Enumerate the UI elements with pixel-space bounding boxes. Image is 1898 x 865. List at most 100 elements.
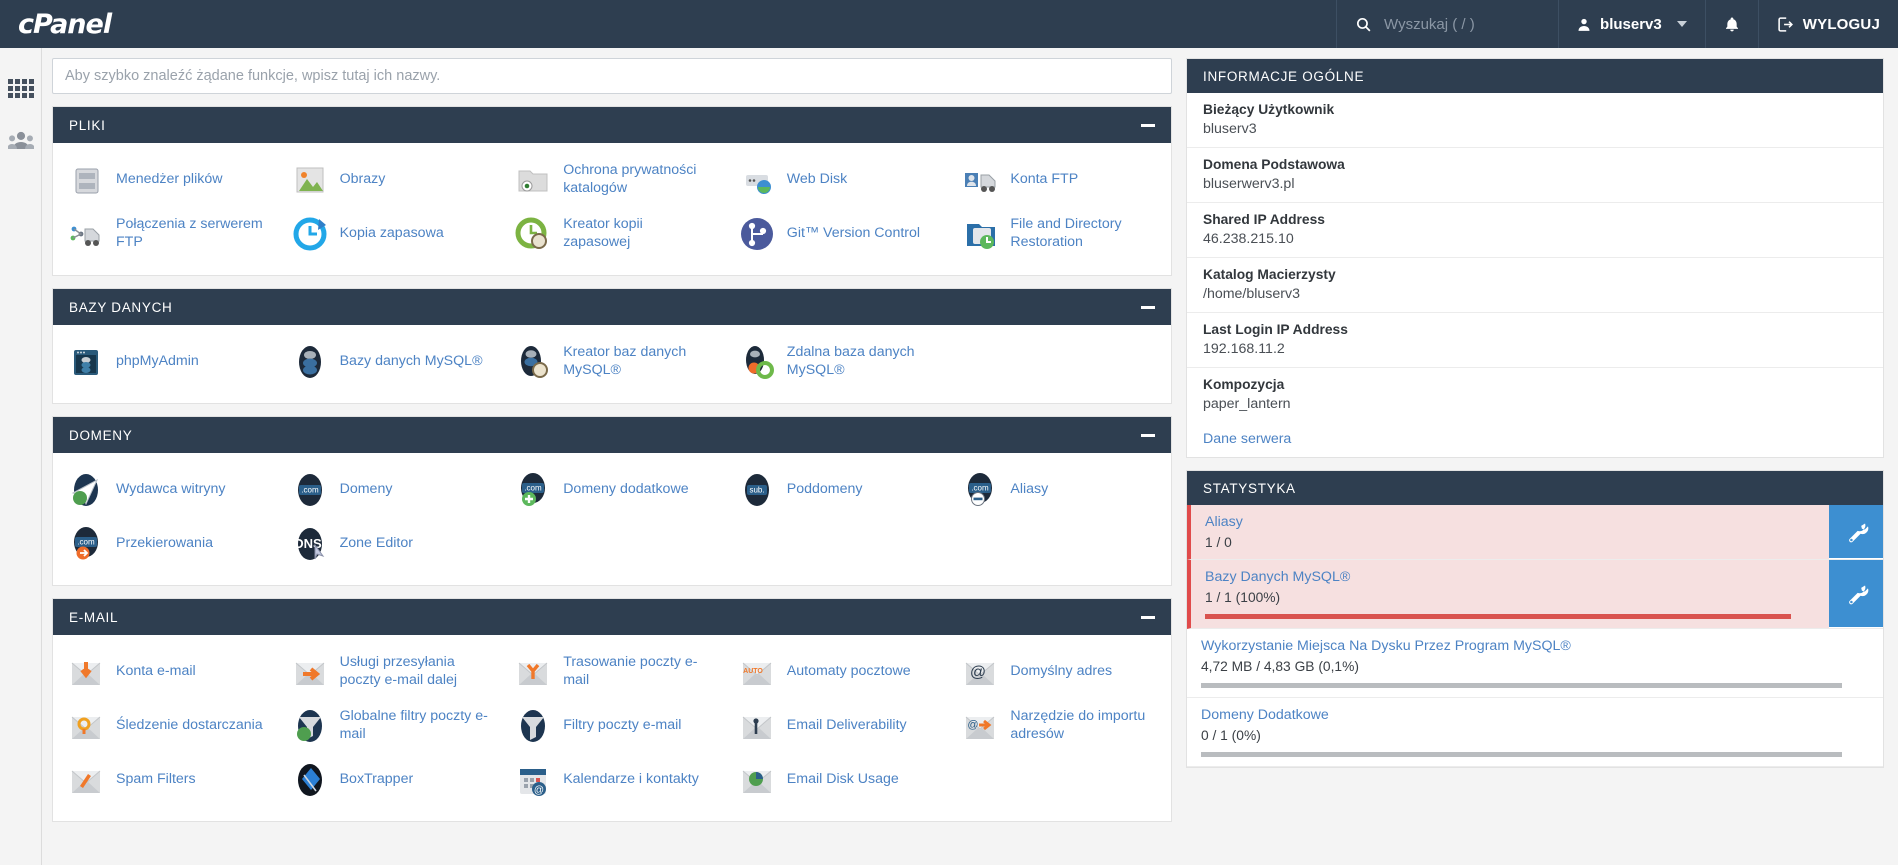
statistic-main: Bazy Danych MySQL® 1 / 1 (100%) [1191,560,1829,628]
statistic-main: Wykorzystanie Miejsca Na Dysku Przez Pro… [1187,629,1883,697]
minus-icon[interactable] [1141,305,1155,309]
domains-icon: .com [291,471,329,509]
feature-item-label: Ochrona prywatności katalogów [563,162,697,196]
feature-item-label: Automaty pocztowe [786,663,911,680]
directory-privacy-icon [514,161,552,199]
statistic-action-button[interactable] [1829,560,1883,628]
ftp-connections-icon [67,215,105,253]
feature-item-dns-zone-editor[interactable]: DNS Zone Editor [277,517,501,571]
wrench-icon [1844,581,1869,606]
general-information-label: Bieżący Użytkownik [1203,102,1335,117]
statistic-action-button[interactable] [1829,505,1883,559]
feature-item-email-deliverability[interactable]: Email Deliverability [724,699,948,753]
feature-item-web-disk[interactable]: Web Disk [724,153,948,207]
feature-item-redirects[interactable]: .com Przekierowania [53,517,277,571]
general-information-item: Shared IP Address 46.238.215.10 [1187,203,1883,258]
statistic-main: Aliasy 1 / 0 [1191,505,1829,559]
feature-item-domains[interactable]: .com Domeny [277,463,501,517]
feature-item-site-publisher[interactable]: Wydawca witryny [53,463,277,517]
feature-item-email-accounts[interactable]: Konta e-mail [53,645,277,699]
rail-item-users[interactable] [0,114,42,166]
general-information-card: INFORMACJE OGÓLNE Bieżący Użytkownik blus… [1186,58,1884,458]
feature-item-backup-wizard[interactable]: Kreator kopii zapasowej [500,207,724,261]
svg-text:AUTO: AUTO [743,668,763,675]
feature-item-git[interactable]: Git™ Version Control [724,207,948,261]
global-search[interactable]: Wyszukaj ( / ) [1336,0,1558,48]
feature-item-forwarders[interactable]: Usługi przesyłania poczty e-mail dalej [277,645,501,699]
feature-item-label: Git™ Version Control [786,225,921,242]
server-information-link[interactable]: Dane serwera [1203,431,1867,447]
feature-item-remote-mysql[interactable]: Zdalna baza danych MySQL® [724,335,948,389]
minus-icon[interactable] [1141,615,1155,619]
statistic-row: Wykorzystanie Miejsca Na Dysku Przez Pro… [1187,629,1883,698]
minus-icon[interactable] [1141,123,1155,127]
feature-item-autoresponders[interactable]: AUTO Automaty pocztowe [724,645,948,699]
feature-item-mysql-wizard[interactable]: Kreator baz danych MySQL® [500,335,724,389]
feature-item-label: BoxTrapper [339,771,414,788]
statistic-row: Domeny Dodatkowe 0 / 1 (0%) [1187,698,1883,767]
feature-item-images[interactable]: Obrazy [277,153,501,207]
feature-item-subdomains[interactable]: sub. Poddomeny [724,463,948,517]
boxtrapper-icon [291,761,329,799]
forwarders-icon [291,653,329,691]
feature-item-ftp-connections[interactable]: Połączenia z serwerem FTP [53,207,277,261]
statistic-name[interactable]: Aliasy [1205,514,1815,530]
email-filters-icon [514,707,552,745]
track-delivery-icon [67,707,105,745]
feature-item-track-delivery[interactable]: Śledzenie dostarczania [53,699,277,753]
feature-item-directory-privacy[interactable]: Ochrona prywatności katalogów [500,153,724,207]
feature-item-label: Bazy danych MySQL® [339,353,483,370]
feature-item-file-manager[interactable]: Menedżer plików [53,153,277,207]
feature-item-aliases[interactable]: .com Aliasy [947,463,1171,517]
feature-item-calendars-contacts[interactable]: @ Kalendarze i kontakty [500,753,724,807]
feature-item-default-address[interactable]: @ Domyślny adres [947,645,1171,699]
section-row: phpMyAdmin Bazy danych MySQL® Kreator baz … [53,335,1171,389]
general-information-title: INFORMACJE OGÓLNE [1203,68,1365,84]
feature-item-ftp-accounts[interactable]: Konta FTP [947,153,1171,207]
section-panel: BAZY DANYCH phpMyAdmin Bazy danych MySQL® K… [52,288,1172,404]
global-filters-icon [291,707,329,745]
feature-item-addon-domains[interactable]: .com Domeny dodatkowe [500,463,724,517]
feature-search-input[interactable] [52,58,1172,94]
backup-wizard-icon [514,215,552,253]
minus-icon[interactable] [1141,433,1155,437]
logout-label: WYLOGUJ [1802,15,1880,33]
feature-sections: PLIKI Menedżer plików Obrazy Ochrona prywat… [52,106,1172,822]
feature-item-email-disk-usage[interactable]: Email Disk Usage [724,753,948,807]
feature-item-boxtrapper[interactable]: BoxTrapper [277,753,501,807]
statistic-value: 1 / 1 (100%) [1205,590,1281,605]
feature-item-mysql-databases[interactable]: Bazy danych MySQL® [277,335,501,389]
addon-domains-icon: .com [514,471,552,509]
svg-text:.com: .com [301,486,319,495]
feature-item-backup[interactable]: Kopia zapasowa [277,207,501,261]
svg-text:@: @ [970,664,986,681]
notifications-button[interactable] [1704,0,1758,48]
statistic-name[interactable]: Wykorzystanie Miejsca Na Dysku Przez Pro… [1201,638,1869,654]
feature-item-global-filters[interactable]: Globalne filtry poczty e-mail [277,699,501,753]
feature-item-email-filters[interactable]: Filtry poczty e-mail [500,699,724,753]
feature-item-file-restore[interactable]: File and Directory Restoration [947,207,1171,261]
section-body: Wydawca witryny .com Domeny .com Domeny doda… [53,453,1171,585]
section-row: Spam Filters BoxTrapper @ Kalendarze i kont… [53,753,1171,807]
statistic-name[interactable]: Bazy Danych MySQL® [1205,569,1815,585]
rail-item-apps[interactable] [0,62,42,114]
feature-item-label: File and Directory Restoration [1010,216,1122,250]
calendars-contacts-icon: @ [514,761,552,799]
feature-item-address-importer[interactable]: @ Narzędzie do importu adresów [947,699,1171,753]
feature-item-label: Kreator kopii zapasowej [563,216,643,250]
feature-item-email-routing[interactable]: Trasowanie poczty e-mail [500,645,724,699]
feature-item-label: Połączenia z serwerem FTP [116,216,263,250]
feature-item-spam-filters[interactable]: Spam Filters [53,753,277,807]
site-publisher-icon [67,471,105,509]
feature-item-phpmyadmin[interactable]: phpMyAdmin [53,335,277,389]
statistic-name[interactable]: Domeny Dodatkowe [1201,707,1869,723]
feature-item-label: Globalne filtry poczty e-mail [339,708,488,742]
git-icon [738,215,776,253]
general-information-label: Domena Podstawowa [1203,157,1345,172]
default-address-icon: @ [961,653,999,691]
user-menu[interactable]: bluserv3 [1558,0,1705,48]
logout-button[interactable]: WYLOGUJ [1757,0,1898,48]
cpanel-logo[interactable]: cPanel [0,0,168,48]
chevron-down-icon [1676,21,1687,27]
statistics-list: Aliasy 1 / 0 Bazy Danych MySQL® 1 / 1 (100%… [1187,505,1883,767]
